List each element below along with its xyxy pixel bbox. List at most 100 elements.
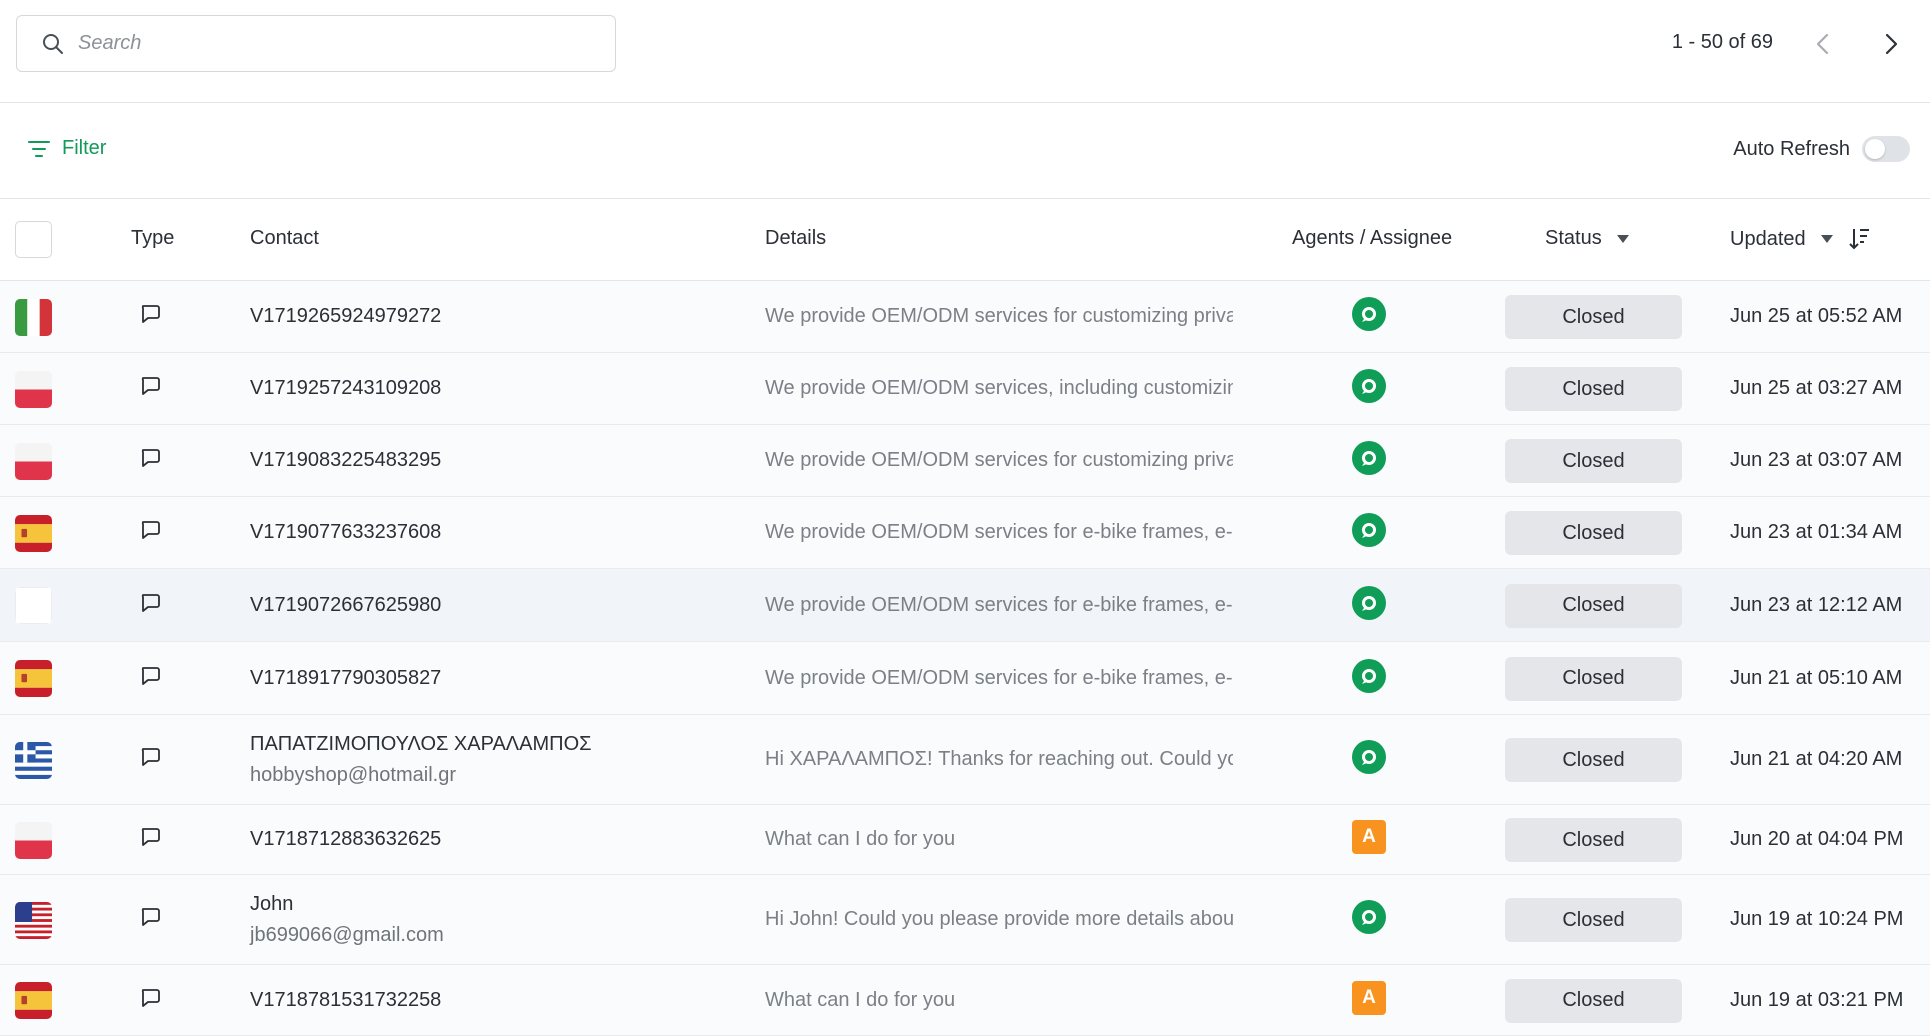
updated-timestamp: Jun 19 at 10:24 PM [1730,908,1904,930]
chat-bubble-icon [139,303,161,330]
details-preview: We provide OEM/ODM services for customiz… [765,305,1233,327]
contact-email: hobbyshop@hotmail.gr [250,764,456,786]
contact-cell: V1718917790305827 [250,667,441,690]
status-badge[interactable]: Closed [1505,367,1682,411]
contact-cell: John jb699066@gmail.com [250,893,444,947]
contact-name: V1719077633237608 [250,521,442,543]
updated-timestamp: Jun 19 at 03:21 PM [1730,988,1904,1011]
status-badge[interactable]: Closed [1505,295,1682,339]
poland-flag-icon [15,821,52,859]
details-preview: We provide OEM/ODM services for e-bike f… [765,521,1233,543]
status-badge[interactable]: Closed [1505,978,1682,1023]
column-header-status[interactable]: Status [1545,227,1630,250]
caret-down-icon [1616,234,1629,243]
updated-timestamp: Jun 25 at 03:27 AM [1730,377,1903,399]
filter-label: Filter [62,137,107,159]
table-row[interactable]: ΠΑΠΑΤΖΙΜΟΠΟΥΛΟΣ ΧΑΡΑΛΑΜΠΟΣ hobbyshop@hotm… [0,715,1930,805]
table-row[interactable]: V1719077633237608 We provide OEM/ODM serv… [0,497,1930,569]
table-row[interactable]: V1718917790305827 We provide OEM/ODM serv… [0,642,1930,715]
contact-cell: V1719083225483295 [250,449,441,472]
auto-refresh-label: Auto Refresh [1733,137,1850,160]
details-preview: We provide OEM/ODM services, including c… [765,377,1233,399]
italy-flag-icon [15,298,52,336]
details-preview: What can I do for you [765,828,956,850]
poland-flag-icon [15,370,52,408]
contact-email: jb699066@gmail.com [250,924,444,946]
chat-bubble-icon [139,375,161,402]
bot-agent-icon [1352,369,1386,403]
bot-agent-icon [1352,513,1386,547]
details-preview: What can I do for you [765,988,956,1011]
bot-agent-icon [1352,297,1386,331]
column-details-label: Details [765,227,827,249]
updated-timestamp: Jun 25 at 05:52 AM [1730,305,1903,327]
table-row[interactable]: V1719257243109208 We provide OEM/ODM serv… [0,353,1930,425]
filter-button[interactable]: Filter [28,137,106,160]
previous-page-button[interactable] [1810,28,1834,60]
top-bar: 1 - 50 of 69 [0,0,1930,103]
spain-flag-icon [15,514,52,552]
table-row[interactable]: V1718712883632625 What can I do for you A C… [0,805,1930,875]
details-preview: We provide OEM/ODM services for e-bike f… [765,593,1233,616]
table-row[interactable]: V1718781531732258 What can I do for you A C… [0,965,1930,1036]
contact-cell: V1719265924979272 [250,305,441,328]
contact-name: V1719265924979272 [250,305,442,327]
chevron-left-icon [1816,33,1829,55]
status-badge[interactable]: Closed [1505,898,1682,942]
chat-bubble-icon [139,519,161,546]
sort-descending-icon[interactable] [1848,227,1870,251]
poland-flag-icon [15,442,52,480]
spain-flag-icon [15,982,52,1019]
auto-refresh-toggle[interactable] [1862,136,1910,162]
column-header-updated[interactable]: Updated [1730,227,1870,251]
status-badge[interactable]: Closed [1505,656,1682,701]
filter-icon [28,140,50,157]
bot-agent-icon [1352,441,1386,475]
status-badge[interactable]: Closed [1505,439,1682,483]
table-row[interactable]: John jb699066@gmail.com Hi John! Could you… [0,875,1930,965]
contact-cell: ΠΑΠΑΤΖΙΜΟΠΟΥΛΟΣ ΧΑΡΑΛΑΜΠΟΣ hobbyshop@hotm… [250,733,592,787]
details-preview: Hi John! Could you please provide more d… [765,908,1233,930]
contact-name: V1719257243109208 [250,377,442,399]
column-type-label: Type [131,227,175,249]
updated-timestamp: Jun 23 at 12:12 AM [1730,593,1903,616]
updated-timestamp: Jun 23 at 03:07 AM [1730,449,1903,471]
details-preview: We provide OEM/ODM services for e-bike f… [765,666,1233,689]
status-badge[interactable]: Closed [1505,738,1682,782]
select-all-checkbox[interactable] [15,221,52,258]
status-badge[interactable]: Closed [1505,511,1682,555]
details-preview: We provide OEM/ODM services for customiz… [765,449,1233,471]
status-badge[interactable]: Closed [1505,818,1682,862]
next-page-button[interactable] [1880,28,1904,60]
column-contact-label: Contact [250,227,319,249]
chat-bubble-icon [139,826,161,853]
contact-cell: V1719072667625980 [250,594,441,617]
toggle-knob [1865,139,1885,159]
contact-cell: V1719077633237608 [250,521,441,544]
contact-name: John [250,893,294,915]
chat-bubble-icon [139,447,161,474]
column-updated-label: Updated [1730,227,1806,250]
column-header-type: Type [131,227,174,250]
table-row[interactable]: V1719083225483295 We provide OEM/ODM serv… [0,425,1930,497]
details-preview: Hi ΧΑΡΑΛΑΜΠΟΣ! Thanks for reaching out. … [765,748,1233,770]
table-row[interactable]: V1719265924979272 We provide OEM/ODM serv… [0,281,1930,353]
table-row[interactable]: V1719072667625980 We provide OEM/ODM serv… [0,569,1930,642]
search-box[interactable] [16,15,616,72]
greece-flag-icon [15,741,52,779]
status-badge[interactable]: Closed [1505,583,1682,628]
updated-timestamp: Jun 21 at 04:20 AM [1730,748,1903,770]
contact-cell: V1719257243109208 [250,377,441,400]
search-input[interactable] [78,32,598,55]
contact-name: V1718781531732258 [250,988,442,1011]
chat-bubble-icon [139,592,161,619]
column-agents-label: Agents / Assignee [1292,227,1453,249]
filter-bar: Filter Auto Refresh [0,103,1930,199]
assignee-avatar: A [1352,980,1386,1015]
chevron-right-icon [1885,33,1898,55]
updated-timestamp: Jun 23 at 01:34 AM [1730,521,1903,543]
bot-agent-icon [1352,900,1386,934]
search-icon [43,33,63,54]
pagination-text: 1 - 50 of 69 [1671,31,1773,53]
contact-name: V1718712883632625 [250,828,442,850]
